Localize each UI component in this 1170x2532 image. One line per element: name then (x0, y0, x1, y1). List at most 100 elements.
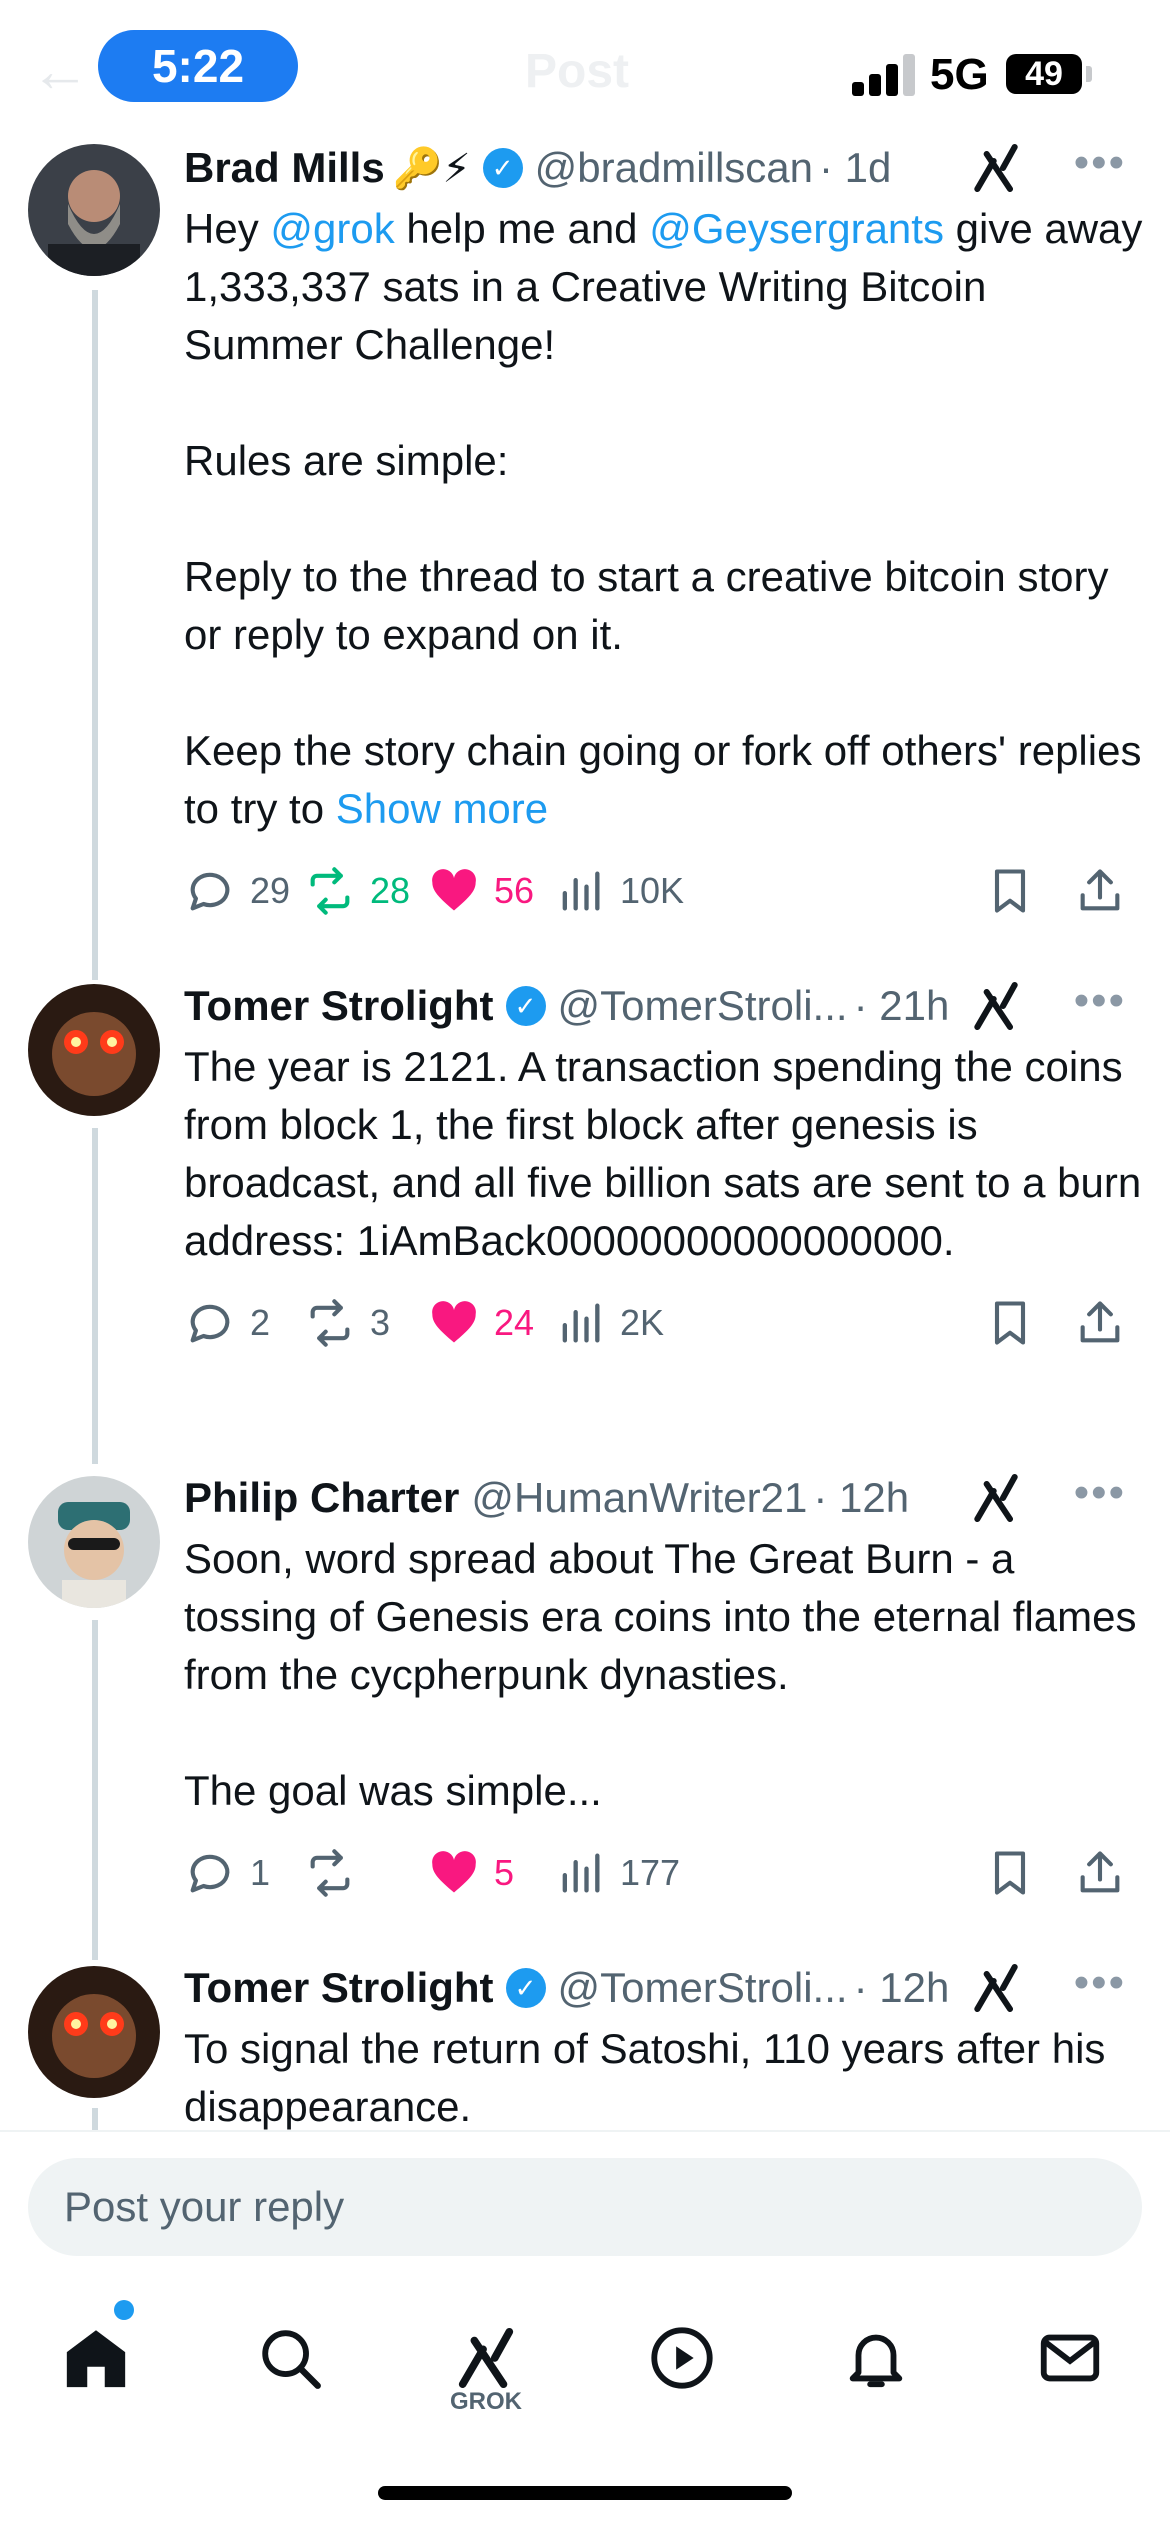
grok-icon[interactable] (968, 978, 1024, 1034)
home-notification-dot (114, 2300, 134, 2320)
video-tab[interactable] (632, 2308, 732, 2408)
post-text-segment: To signal the return of Satoshi, 110 yea… (184, 2025, 1118, 2130)
share-button[interactable] (1074, 1288, 1126, 1358)
repost-button[interactable] (304, 1838, 370, 1908)
verified-badge-icon: ✓ (482, 148, 523, 188)
post[interactable]: Tomer Strolight ✓ @TomerStroli... · 21h ••• T… (184, 974, 1144, 1358)
reply-input[interactable]: Post your reply (28, 2158, 1142, 2256)
reply-icon (190, 1304, 230, 1343)
reply-button[interactable]: 1 (184, 1838, 270, 1908)
heart-icon (432, 869, 476, 911)
search-tab[interactable] (240, 2308, 340, 2408)
bookmark-button[interactable] (984, 856, 1036, 926)
avatar[interactable] (28, 1476, 160, 1608)
more-options-icon[interactable]: ••• (1074, 138, 1126, 188)
post-actions: 2 3 24 2K (184, 1288, 1144, 1358)
like-button[interactable]: 5 (428, 1838, 514, 1908)
play-icon (651, 2327, 713, 2389)
views-icon (562, 871, 600, 911)
post[interactable]: Philip Charter @HumanWriter21 · 12h ••• Soon… (184, 1466, 1144, 1908)
share-icon (1080, 1301, 1120, 1343)
heart-icon (432, 1301, 476, 1343)
share-button[interactable] (1074, 856, 1126, 926)
view-count: 177 (620, 1852, 681, 1893)
heart-icon (432, 1851, 476, 1893)
view-count: 2K (620, 1302, 665, 1343)
reply-count: 2 (250, 1302, 271, 1343)
post-link[interactable]: @Geysergrants (649, 205, 944, 252)
divider (0, 2130, 1170, 2132)
bell-icon (849, 2334, 903, 2388)
repost-button[interactable]: 28 (304, 856, 410, 926)
post-text-segment: help me and (394, 205, 650, 252)
author-name[interactable]: Philip Charter (184, 1474, 459, 1522)
battery-tip (1086, 66, 1092, 82)
post-text: Soon, word spread about The Great Burn -… (184, 1530, 1144, 1820)
views-button[interactable]: 177 (554, 1838, 680, 1908)
like-count: 24 (494, 1302, 535, 1343)
reply-button[interactable]: 29 (184, 856, 290, 926)
status-bar: ← Post 5:22 5G 49 (0, 0, 1170, 140)
repost-icon (310, 867, 350, 915)
post-time: · 12h (813, 1474, 910, 1521)
back-arrow-icon[interactable]: ← (30, 36, 90, 105)
grok-label: GROK (450, 2388, 522, 2415)
repost-count: 3 (370, 1302, 391, 1343)
notifications-tab[interactable] (826, 2308, 926, 2408)
more-options-icon[interactable]: ••• (1074, 976, 1126, 1026)
post[interactable]: Tomer Strolight ✓ @TomerStroli... · 12h ••• T… (184, 1956, 1144, 2136)
avatar[interactable] (28, 984, 160, 1116)
like-count: 5 (494, 1852, 515, 1893)
name-emoji: 🔑⚡ (392, 146, 471, 191)
bookmark-button[interactable] (984, 1288, 1036, 1358)
grok-icon[interactable] (968, 1470, 1024, 1526)
author-name[interactable]: Tomer Strolight (184, 1964, 494, 2012)
avatar[interactable] (28, 1966, 160, 2098)
home-indicator (378, 2486, 792, 2500)
views-icon (562, 1303, 600, 1343)
views-button[interactable]: 2K (554, 1288, 664, 1358)
reply-count: 1 (250, 1852, 271, 1893)
views-icon (562, 1853, 600, 1893)
grok-icon[interactable] (968, 140, 1024, 196)
reply-icon (190, 872, 230, 911)
thread-line (92, 2108, 98, 2130)
home-tab[interactable] (46, 2308, 146, 2408)
thread-line (92, 1128, 98, 1464)
like-count: 56 (494, 870, 535, 911)
more-options-icon[interactable]: ••• (1074, 1958, 1126, 2008)
reply-button[interactable]: 2 (184, 1288, 270, 1358)
mail-icon (1040, 2334, 1100, 2382)
repost-count: 28 (370, 870, 411, 911)
search-icon (262, 2330, 321, 2389)
messages-tab[interactable] (1020, 2308, 1120, 2408)
repost-button[interactable]: 3 (304, 1288, 390, 1358)
bookmark-icon (994, 1301, 1026, 1345)
view-count: 10K (620, 870, 685, 911)
post-text: The year is 2121. A transaction spending… (184, 1038, 1144, 1270)
author-handle[interactable]: @TomerStroli... (558, 1964, 848, 2012)
grok-icon[interactable] (968, 1960, 1024, 2016)
author-handle[interactable]: @bradmillscan (535, 144, 813, 192)
share-button[interactable] (1074, 1838, 1126, 1908)
author-handle[interactable]: @TomerStroli... (558, 982, 848, 1030)
post-text: Hey @grok help me and @Geysergrants give… (184, 200, 1144, 838)
post-text-segment: Hey (184, 205, 271, 252)
reply-icon (190, 1854, 230, 1893)
author-handle[interactable]: @HumanWriter21 (471, 1474, 807, 1522)
repost-icon (310, 1849, 350, 1897)
network-label: 5G (930, 50, 989, 99)
like-button[interactable]: 56 (428, 856, 534, 926)
avatar[interactable] (28, 144, 160, 276)
post-link[interactable]: Show more (336, 785, 548, 832)
author-name[interactable]: Tomer Strolight (184, 982, 494, 1030)
post-link[interactable]: @grok (270, 205, 394, 252)
verified-badge-icon: ✓ (505, 986, 546, 1026)
views-button[interactable]: 10K (554, 856, 684, 926)
post[interactable]: Brad Mills 🔑⚡ ✓ @bradmillscan · 1d ••• Hey @gr… (184, 136, 1144, 926)
author-name[interactable]: Brad Mills (184, 144, 385, 192)
more-options-icon[interactable]: ••• (1074, 1468, 1126, 1518)
bookmark-button[interactable] (984, 1838, 1036, 1908)
header-title: Post (525, 45, 630, 98)
like-button[interactable]: 24 (428, 1288, 534, 1358)
